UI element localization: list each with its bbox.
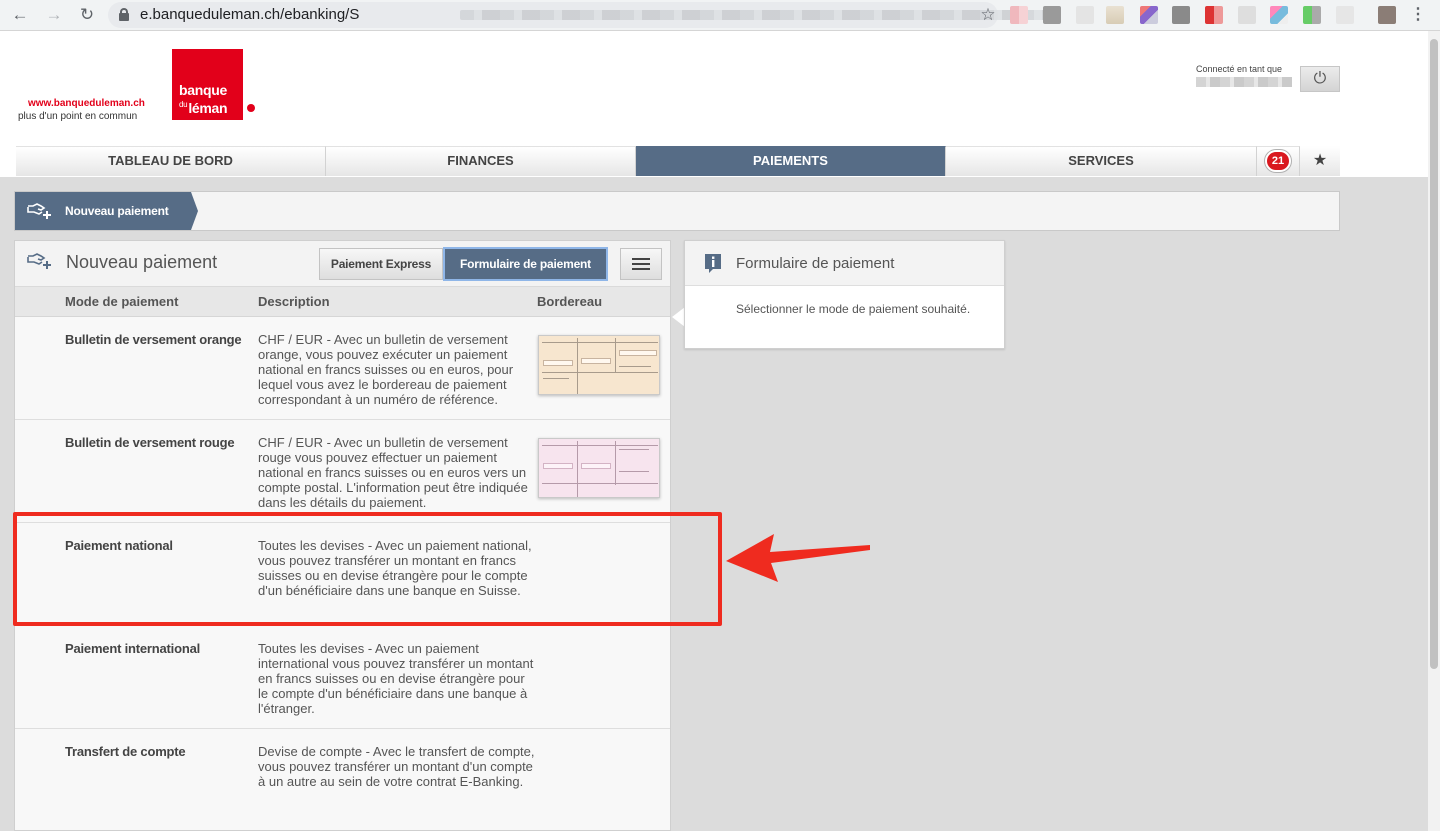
extension-icon[interactable] xyxy=(1238,6,1256,24)
payment-mode: Transfert de compte xyxy=(65,744,186,759)
info-icon xyxy=(705,254,721,273)
extension-icon[interactable] xyxy=(1172,6,1190,24)
table-row[interactable]: Bulletin de versement rouge CHF / EUR - … xyxy=(15,420,670,523)
payment-mode: Bulletin de versement rouge xyxy=(65,435,235,450)
info-title: Formulaire de paiement xyxy=(736,255,895,272)
column-mode: Mode de paiement xyxy=(65,294,179,309)
logo-text-banque: banque xyxy=(179,82,227,98)
payment-hand-icon xyxy=(27,253,51,269)
red-slip-thumbnail xyxy=(538,438,660,498)
notifications-badge[interactable]: 21 xyxy=(1265,150,1291,172)
breadcrumb: Nouveau paiement xyxy=(14,191,1340,231)
logo-text-leman: duléman xyxy=(179,100,228,116)
tagline: plus d'un point en commun xyxy=(18,111,138,122)
payment-mode: Paiement international xyxy=(65,641,201,656)
tab-tableau-de-bord[interactable]: TABLEAU DE BORD xyxy=(16,146,326,176)
extension-icon[interactable] xyxy=(1076,6,1094,24)
main-navigation: TABLEAU DE BORD FINANCES PAIEMENTS SERVI… xyxy=(16,146,1340,176)
forward-icon[interactable]: → xyxy=(44,5,64,25)
extension-icon[interactable] xyxy=(1010,6,1028,24)
panel-title: Nouveau paiement xyxy=(66,252,218,272)
page: www.banqueduleman.ch plus d'un point en … xyxy=(0,31,1440,831)
extension-icon[interactable] xyxy=(1140,6,1158,24)
payment-form-button[interactable]: Formulaire de paiement xyxy=(443,247,608,281)
back-icon[interactable]: ← xyxy=(10,5,30,25)
panel-header: Nouveau paiement Paiement Express Formul… xyxy=(15,241,670,287)
breadcrumb-item[interactable]: Nouveau paiement xyxy=(15,192,191,230)
logo-text-leman-word: léman xyxy=(188,100,228,116)
column-description: Description xyxy=(258,294,330,309)
address-redacted xyxy=(460,10,1060,20)
browser-toolbar: ← → ↻ e.banqueduleman.ch/ebanking/S ☆ ⋮ xyxy=(0,0,1440,31)
tab-services[interactable]: SERVICES xyxy=(946,146,1257,176)
extension-icon[interactable] xyxy=(1303,6,1321,24)
logout-button[interactable]: ⏻ xyxy=(1300,66,1340,92)
logo-dot xyxy=(247,104,255,112)
info-header: Formulaire de paiement xyxy=(685,241,1004,286)
info-panel: Formulaire de paiement Sélectionner le m… xyxy=(684,240,1005,349)
favorites-star-icon[interactable]: ★ xyxy=(1300,146,1340,176)
payment-hand-icon xyxy=(27,203,51,219)
extension-icon[interactable] xyxy=(1270,6,1288,24)
extension-icon[interactable] xyxy=(1336,6,1354,24)
breadcrumb-label: Nouveau paiement xyxy=(65,204,169,218)
profile-avatar[interactable] xyxy=(1378,6,1396,24)
express-payment-button[interactable]: Paiement Express xyxy=(319,248,443,280)
table-header: Mode de paiement Description Bordereau xyxy=(15,287,670,317)
site-url[interactable]: www.banqueduleman.ch xyxy=(28,98,145,109)
address-text: e.banqueduleman.ch/ebanking/S xyxy=(140,6,360,23)
orange-slip-thumbnail xyxy=(538,335,660,395)
tab-finances[interactable]: FINANCES xyxy=(326,146,636,176)
connected-label: Connecté en tant que xyxy=(1196,64,1283,74)
table-row[interactable]: Paiement international Toutes les devise… xyxy=(15,626,670,729)
extension-icon[interactable] xyxy=(1043,6,1061,24)
payment-description: CHF / EUR - Avec un bulletin de versemen… xyxy=(258,435,528,510)
scrollbar-thumb[interactable] xyxy=(1430,39,1438,669)
lock-icon xyxy=(119,8,129,21)
extension-icon[interactable] xyxy=(1106,6,1124,24)
table-row[interactable]: Bulletin de versement orange CHF / EUR -… xyxy=(15,317,670,420)
payment-mode: Bulletin de versement orange xyxy=(65,332,242,347)
highlight-box xyxy=(13,512,722,626)
logo-text-du: du xyxy=(179,100,188,109)
page-scrollbar[interactable] xyxy=(1428,31,1440,831)
address-bar[interactable]: e.banqueduleman.ch/ebanking/S ☆ xyxy=(108,2,1060,28)
table-row[interactable]: Transfert de compte Devise de compte - A… xyxy=(15,729,670,830)
menu-button[interactable] xyxy=(620,248,662,280)
username-redacted xyxy=(1196,77,1292,87)
reload-icon[interactable]: ↻ xyxy=(77,5,97,25)
breadcrumb-arrow xyxy=(191,192,198,230)
extension-icon[interactable] xyxy=(1205,6,1223,24)
column-slip: Bordereau xyxy=(537,294,603,309)
bookmark-star-icon[interactable]: ☆ xyxy=(977,4,999,26)
payment-description: CHF / EUR - Avec un bulletin de versemen… xyxy=(258,332,514,407)
payment-description: Toutes les devises - Avec un paiement in… xyxy=(258,641,534,716)
hamburger-icon xyxy=(632,258,650,260)
payment-description: Devise de compte - Avec le transfert de … xyxy=(258,744,535,789)
tab-paiements[interactable]: PAIEMENTS xyxy=(636,146,946,176)
browser-menu-icon[interactable]: ⋮ xyxy=(1410,5,1426,25)
bank-logo[interactable]: banque duléman xyxy=(172,49,243,120)
red-arrow-annotation xyxy=(726,534,870,582)
info-text: Sélectionner le mode de paiement souhait… xyxy=(736,302,971,316)
